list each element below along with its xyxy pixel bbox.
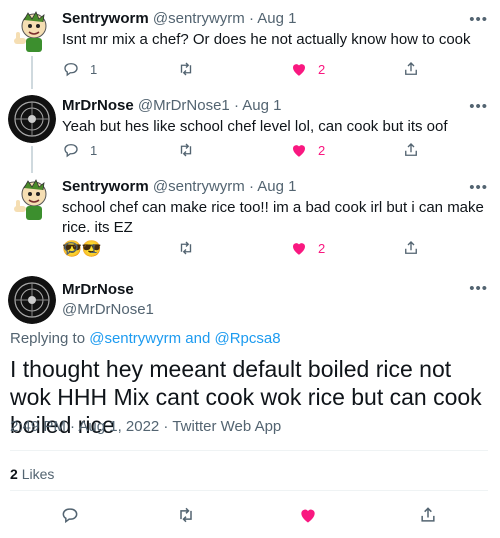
reply-icon [62, 508, 78, 524]
tweet-time[interactable]: Aug 1 [257, 178, 296, 195]
tweet-body: MrDrNose @MrDrNose1 · Aug 1 Yeah but hes… [62, 97, 488, 137]
retweet-icon [180, 241, 192, 255]
author-handle[interactable]: @sentrywyrm [153, 178, 245, 195]
avatar[interactable] [8, 8, 56, 56]
more-icon[interactable]: ••• [469, 98, 488, 115]
share-button[interactable] [402, 239, 420, 257]
likes-count: 2 [10, 466, 18, 482]
reply-count: 1 [90, 61, 98, 77]
reply-count: 1 [90, 142, 98, 158]
tweet-header: MrDrNose @MrDrNose1 · Aug 1 [62, 97, 488, 115]
retweet-icon [180, 507, 192, 523]
replying-to: Replying to @sentrywyrm and @Rpcsa8 [10, 330, 281, 347]
tweet-actions: 1 2 [62, 141, 417, 161]
share-button[interactable] [402, 141, 420, 159]
retweet-button[interactable] [177, 60, 195, 78]
tweet-actions: 1 2 [62, 239, 417, 259]
avatar[interactable] [8, 176, 56, 224]
reply-button[interactable]: 1 [62, 239, 97, 257]
likes-label: Likes [21, 466, 55, 482]
reply-icon [64, 144, 78, 158]
heart-icon [293, 243, 305, 255]
retweet-button[interactable] [177, 239, 195, 257]
separator: · [248, 178, 254, 195]
replying-prefix: Replying to [10, 330, 86, 347]
author-name[interactable]: Sentryworm [62, 10, 149, 27]
author-handle[interactable]: @MrDrNose1 [138, 97, 230, 114]
retweet-icon [180, 143, 192, 157]
heart-icon [293, 145, 305, 157]
tweet-time[interactable]: Aug 1 [242, 97, 281, 114]
heart-icon [301, 509, 315, 523]
more-icon[interactable]: ••• [469, 280, 488, 297]
tweet-header: Sentryworm @sentrywyrm · Aug 1 [62, 178, 488, 196]
tweet-header: Sentryworm @sentrywyrm · Aug 1 [62, 10, 488, 28]
main-tweet-timestamp[interactable]: 2:49 PM · Aug 1, 2022 · Twitter Web App [10, 418, 281, 435]
separator: · [233, 97, 239, 114]
separator: · [248, 10, 254, 27]
reply-count: 1 [90, 240, 98, 256]
more-icon[interactable]: ••• [469, 11, 488, 28]
reply-icon [64, 63, 78, 77]
tweet-time[interactable]: Aug 1 [257, 10, 296, 27]
replying-to-links[interactable]: @sentrywyrm and @Rpcsa8 [89, 330, 280, 347]
main-tweet-actions [0, 505, 500, 525]
reply-button[interactable] [60, 505, 80, 525]
more-icon[interactable]: ••• [469, 179, 488, 196]
reply-icon [64, 242, 78, 256]
like-button[interactable] [298, 505, 318, 525]
tweet-text: Yeah but hes like school chef level lol,… [62, 118, 448, 135]
main-tweet-header: MrDrNose @MrDrNose1 ••• [0, 276, 500, 326]
author-name[interactable]: MrDrNose [62, 281, 134, 298]
share-button[interactable] [402, 60, 420, 78]
author-handle[interactable]: @MrDrNose1 [62, 300, 154, 320]
tweet-text: school chef can make rice too!! im a bad… [62, 199, 484, 236]
share-icon [405, 143, 417, 156]
share-button[interactable] [418, 505, 438, 525]
retweet-button[interactable] [176, 505, 196, 525]
retweet-icon [180, 62, 192, 76]
like-button[interactable]: 2 [290, 141, 325, 159]
like-count: 2 [318, 240, 326, 256]
tweet-actions: 1 2 [62, 60, 417, 80]
reply-button[interactable]: 1 [62, 141, 97, 159]
share-icon [405, 241, 417, 254]
retweet-button[interactable] [177, 141, 195, 159]
reply-button[interactable]: 1 [62, 60, 97, 78]
tweet-text: Isnt mr mix a chef? Or does he not actua… [62, 31, 471, 48]
divider [10, 490, 488, 491]
tweet-body: Sentryworm @sentrywyrm · Aug 1 Isnt mr m… [62, 10, 488, 50]
author-name[interactable]: Sentryworm [62, 178, 149, 195]
avatar[interactable] [8, 95, 56, 143]
like-button[interactable]: 2 [290, 60, 325, 78]
share-icon [405, 62, 417, 75]
share-icon [421, 507, 435, 522]
divider [10, 450, 488, 451]
like-count: 2 [318, 142, 326, 158]
like-button[interactable]: 2 [290, 239, 325, 257]
author-name[interactable]: MrDrNose [62, 97, 134, 114]
like-count: 2 [318, 61, 326, 77]
avatar[interactable] [8, 276, 56, 324]
likes-summary[interactable]: 2 Likes [10, 466, 54, 482]
author-handle[interactable]: @sentrywyrm [153, 10, 245, 27]
main-author: MrDrNose @MrDrNose1 [62, 280, 154, 320]
heart-icon [293, 64, 305, 76]
